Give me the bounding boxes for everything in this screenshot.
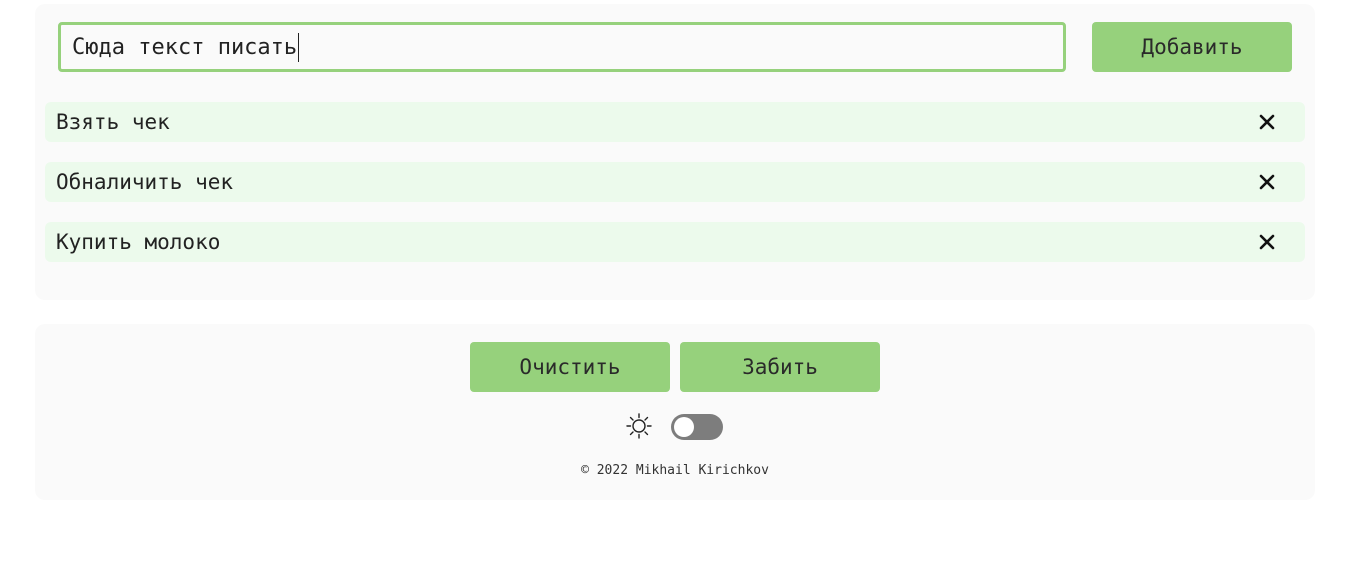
add-button[interactable]: Добавить — [1092, 22, 1292, 72]
forget-button[interactable]: Забить — [680, 342, 880, 392]
theme-toggle[interactable] — [671, 414, 723, 440]
todo-item-label: Купить молоко — [56, 230, 221, 254]
todo-item-label: Обналичить чек — [56, 170, 234, 194]
close-icon[interactable] — [1255, 230, 1279, 254]
todo-item: Обналичить чек — [45, 162, 1305, 202]
copyright-text: © 2022 Mikhail Kirichkov — [581, 463, 769, 478]
todo-item: Взять чек — [45, 102, 1305, 142]
clear-button[interactable]: Очистить — [470, 342, 670, 392]
controls-panel: Очистить Забить © 2022 Mikhail Kirichkov — [35, 324, 1315, 500]
todo-item: Купить молоко — [45, 222, 1305, 262]
todo-panel: Сюда текст писать Добавить Взять чек Обн… — [35, 4, 1315, 300]
close-icon[interactable] — [1255, 110, 1279, 134]
todo-item-label: Взять чек — [56, 110, 170, 134]
theme-toggle-knob — [674, 417, 694, 437]
sun-icon — [625, 412, 653, 440]
todo-text-input[interactable]: Сюда текст писать — [58, 22, 1066, 72]
todo-text-input-value: Сюда текст писать — [72, 34, 298, 60]
close-icon[interactable] — [1255, 170, 1279, 194]
text-caret — [298, 32, 300, 62]
